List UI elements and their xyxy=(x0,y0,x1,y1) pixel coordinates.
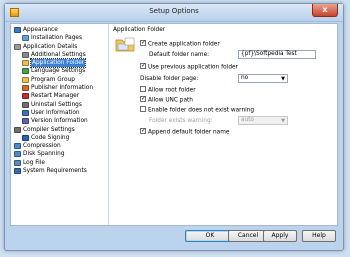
tree-item[interactable]: Publisher Information xyxy=(11,84,108,92)
default-folder-input[interactable]: {pf}\Softpedia Test xyxy=(238,50,316,59)
tree-item[interactable]: Compression xyxy=(11,142,108,150)
system-icon xyxy=(14,168,21,175)
allow-root-checkbox[interactable]: Allow root folder xyxy=(140,86,196,94)
disable-page-select[interactable]: no ▼ xyxy=(238,74,288,83)
enable-warning-checkbox[interactable]: Enable folder does not exist warning xyxy=(140,106,255,114)
append-default-label: Append default folder name xyxy=(148,129,230,136)
allow-root-check[interactable] xyxy=(140,86,146,92)
tree-item[interactable]: Restart Manager xyxy=(11,92,108,100)
tree-item[interactable]: Compiler Settings xyxy=(11,126,108,134)
disk-icon xyxy=(14,151,21,158)
tree-item-label: Version Information xyxy=(31,118,88,125)
disable-page-value: no xyxy=(241,75,249,81)
folder-icon xyxy=(115,37,135,52)
appearance-icon xyxy=(14,27,21,33)
disable-page-label: Disable folder page: xyxy=(140,76,199,82)
signing-icon xyxy=(22,134,29,141)
window-title: Setup Options xyxy=(149,7,199,15)
language-icon xyxy=(22,68,29,75)
tree-item[interactable]: Appearance xyxy=(11,26,108,34)
tree-item-label: Application Folder xyxy=(29,58,87,69)
tree-item[interactable]: Application Folder xyxy=(11,58,108,69)
help-button[interactable]: Help xyxy=(302,230,336,242)
compiler-icon xyxy=(14,126,21,133)
create-folder-checkbox[interactable]: ✓ Create application folder xyxy=(140,40,220,48)
allow-root-label: Allow root folder xyxy=(148,87,196,94)
tree-item[interactable]: User Information xyxy=(11,109,108,117)
tree-item[interactable]: Uninstall Settings xyxy=(11,101,108,109)
folder-exists-value: auto xyxy=(241,117,255,123)
chevron-down-icon: ▼ xyxy=(281,118,285,124)
tree-item-label: User Information xyxy=(31,109,80,116)
apply-button[interactable]: Apply xyxy=(263,230,297,242)
user-icon xyxy=(22,109,29,116)
tree-item-label: Compiler Settings xyxy=(23,126,75,133)
group-icon xyxy=(22,76,29,83)
tree-item[interactable]: Application Details xyxy=(11,43,108,51)
restart-icon xyxy=(22,93,29,100)
uninstall-icon xyxy=(22,101,29,108)
tree-item[interactable]: Additional Settings xyxy=(11,51,108,59)
tree-item-label: Program Group xyxy=(31,76,75,83)
tree-item[interactable]: Log File xyxy=(11,159,108,167)
create-folder-check[interactable]: ✓ xyxy=(140,40,146,46)
log-icon xyxy=(14,159,21,166)
tree-item-label: Installation Pages xyxy=(31,35,83,42)
folder-exists-select[interactable]: auto ▼ xyxy=(238,116,288,125)
default-folder-label: Default folder name: xyxy=(149,52,210,58)
tree-item[interactable]: Installation Pages xyxy=(11,34,108,42)
use-previous-label: Use previous application folder xyxy=(148,64,238,71)
create-folder-label: Create application folder xyxy=(148,41,220,48)
tree-item-label: Uninstall Settings xyxy=(31,101,82,108)
tree-item-label: Publisher Information xyxy=(31,85,94,92)
title-bar[interactable]: Setup Options x xyxy=(5,4,343,22)
tree-item-label: Additional Settings xyxy=(31,51,86,58)
dialog-buttons: OK Cancel Apply Help xyxy=(5,229,343,249)
pages-icon xyxy=(22,35,29,42)
close-button[interactable]: x xyxy=(312,4,338,17)
append-default-checkbox[interactable]: ✓ Append default folder name xyxy=(140,128,230,136)
append-default-check[interactable]: ✓ xyxy=(140,128,146,134)
tree-item-label: System Requirements xyxy=(23,168,87,175)
options-tree[interactable]: Appearance Installation Pages Application … xyxy=(11,24,109,225)
tree-item-label: Compression xyxy=(23,143,61,150)
use-previous-check[interactable]: ✓ xyxy=(140,63,146,69)
client-area: Appearance Installation Pages Application … xyxy=(10,23,338,226)
cancel-button[interactable]: Cancel xyxy=(228,230,268,242)
chevron-down-icon: ▼ xyxy=(281,76,285,82)
folder-exists-label: Folder exists warning: xyxy=(149,118,213,124)
version-icon xyxy=(22,118,29,125)
tree-item[interactable]: Version Information xyxy=(11,117,108,125)
folder-icon xyxy=(22,60,29,67)
tree-item-label: Language Settings xyxy=(31,68,86,75)
tree-item[interactable]: Disk Spanning xyxy=(11,150,108,158)
tree-item-label: Restart Manager xyxy=(31,93,80,100)
settings-icon xyxy=(22,51,29,58)
tree-item-label: Appearance xyxy=(23,27,58,33)
tree-item-label: Application Details xyxy=(23,43,78,50)
use-previous-checkbox[interactable]: ✓ Use previous application folder xyxy=(140,63,238,71)
enable-warning-check[interactable] xyxy=(140,106,146,112)
compression-icon xyxy=(14,143,21,150)
allow-unc-checkbox[interactable]: ✓ Allow UNC path xyxy=(140,96,193,104)
tree-item-label: Disk Spanning xyxy=(23,151,65,158)
tree-item[interactable]: System Requirements xyxy=(11,167,108,175)
enable-warning-label: Enable folder does not exist warning xyxy=(148,107,255,114)
tree-item[interactable]: Language Settings xyxy=(11,67,108,75)
tree-item-label: Code Signing xyxy=(31,134,70,141)
tree-item[interactable]: Code Signing xyxy=(11,134,108,142)
allow-unc-check[interactable]: ✓ xyxy=(140,96,146,102)
tree-item[interactable]: Program Group xyxy=(11,76,108,84)
tree-item-label: Log File xyxy=(23,159,45,166)
application-folder-panel: Application Folder ✓ Create application f… xyxy=(113,27,337,225)
setup-options-window: Setup Options x Appearance Installation P… xyxy=(4,3,344,251)
details-icon xyxy=(14,43,21,50)
publisher-icon xyxy=(22,85,29,92)
allow-unc-label: Allow UNC path xyxy=(148,97,193,104)
section-title: Application Folder xyxy=(113,27,166,33)
